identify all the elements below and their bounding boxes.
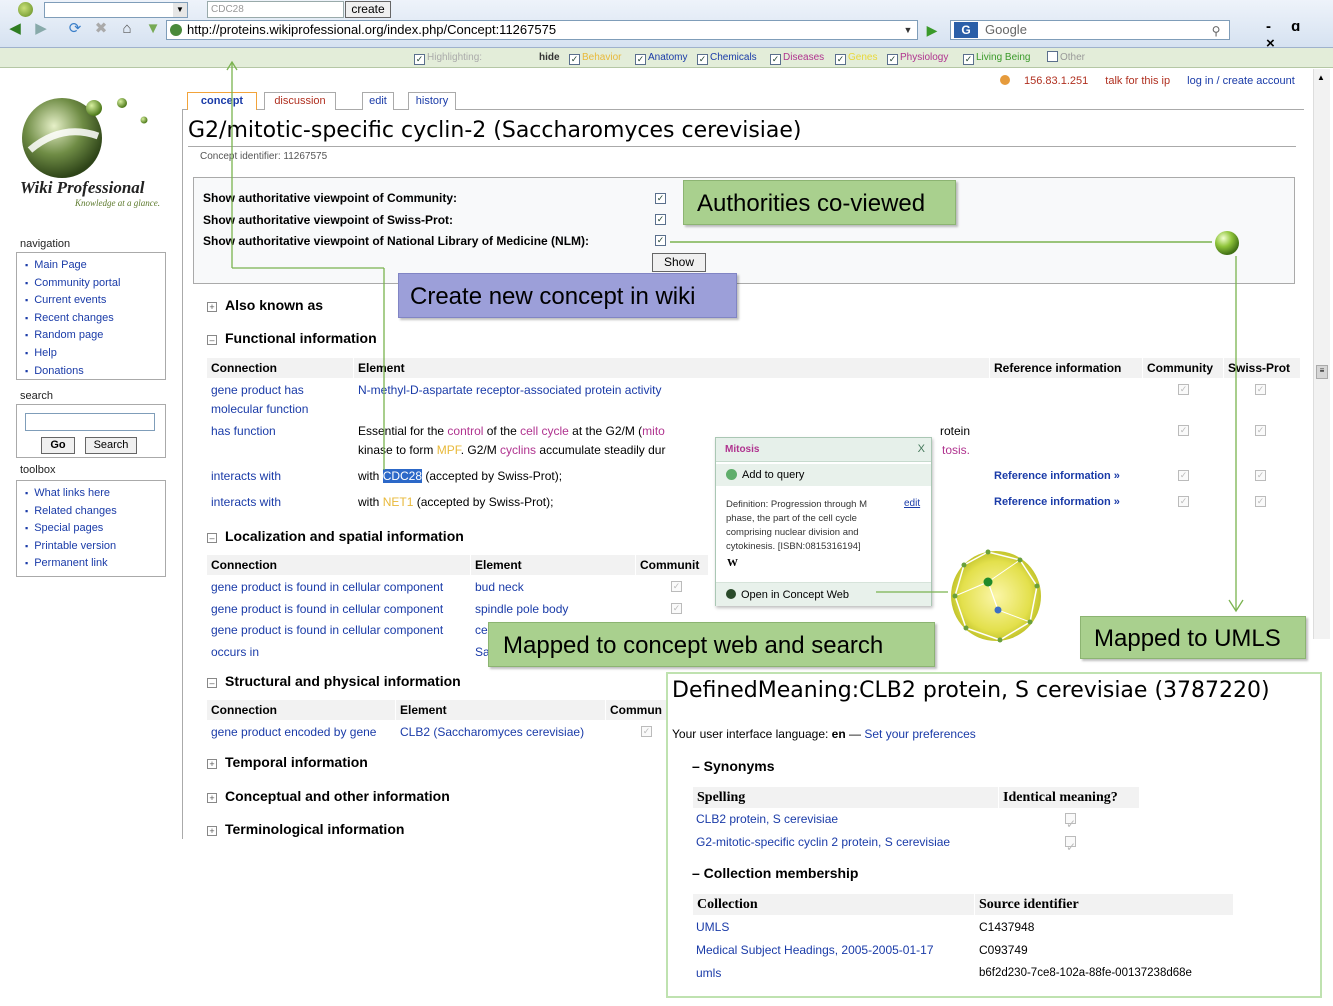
collection-3[interactable]: umls xyxy=(696,963,721,983)
callout-authorities: Authorities co-viewed xyxy=(683,180,956,225)
synonym-2[interactable]: G2-mitotic-specific cyclin 2 protein, S … xyxy=(696,832,950,852)
nlm-node-icon xyxy=(1215,231,1239,255)
callout-mapped-umls: Mapped to UMLS xyxy=(1080,616,1306,659)
collection-1[interactable]: UMLS xyxy=(696,917,729,937)
collection-section-heading[interactable]: – Collection membership xyxy=(692,865,858,881)
callout-mapped-concept-web: Mapped to concept web and search xyxy=(488,622,935,667)
collection-1-id: C1437948 xyxy=(979,920,1035,934)
synonym-1[interactable]: CLB2 protein, S cerevisiae xyxy=(696,809,838,829)
defined-meaning-title: DefinedMeaning:CLB2 protein, S cerevisia… xyxy=(672,678,1270,703)
set-preferences-link[interactable]: Set your preferences xyxy=(864,727,975,741)
callout-create-concept: Create new concept in wiki xyxy=(398,273,737,318)
defined-meaning-panel: DefinedMeaning:CLB2 protein, S cerevisia… xyxy=(666,672,1322,998)
synonym-1-identical-check: ✓ xyxy=(1065,813,1076,831)
collection-header-source: Source identifier xyxy=(975,894,1233,915)
synonyms-section-heading[interactable]: – Synonyms xyxy=(692,758,774,774)
synonym-2-identical-check: ✓ xyxy=(1065,836,1076,854)
collection-header-collection: Collection xyxy=(693,894,974,915)
synonyms-header-spelling: Spelling xyxy=(693,787,998,808)
collection-2-id: C093749 xyxy=(979,943,1028,957)
collection-2[interactable]: Medical Subject Headings, 2005-2005-01-1… xyxy=(696,940,934,960)
collection-3-id: b6f2d230-7ce8-102a-88fe-00137238d68e xyxy=(979,967,1192,979)
synonyms-header-identical: Identical meaning? xyxy=(999,787,1139,808)
concept-web-graph-icon[interactable] xyxy=(951,549,1041,643)
ui-language-line: Your user interface language: en — Set y… xyxy=(672,727,976,741)
